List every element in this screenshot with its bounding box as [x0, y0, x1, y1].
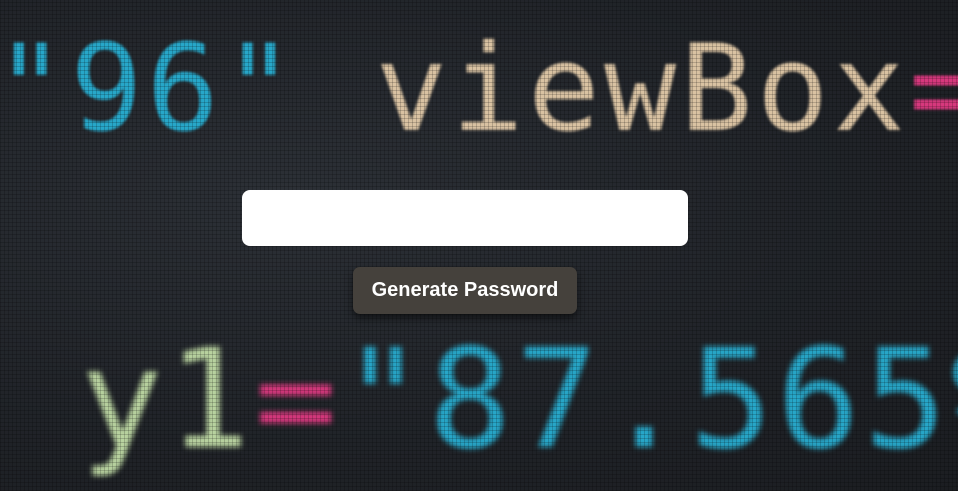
background-code-token: =	[908, 20, 958, 159]
background-code-token: viewBox	[298, 20, 909, 159]
background-code-line-1: "96" viewBox="0	[0, 10, 958, 170]
generate-password-button[interactable]: Generate Password	[353, 267, 577, 314]
background-code-token: =	[254, 319, 342, 480]
background-code-token: "96"	[0, 20, 299, 159]
background-code-line-2: y1="87.565%" y	[80, 300, 958, 491]
background-code-token: y1	[80, 319, 255, 480]
background-code-token: "87.565%"	[341, 319, 958, 480]
password-output-field[interactable]	[242, 190, 688, 246]
